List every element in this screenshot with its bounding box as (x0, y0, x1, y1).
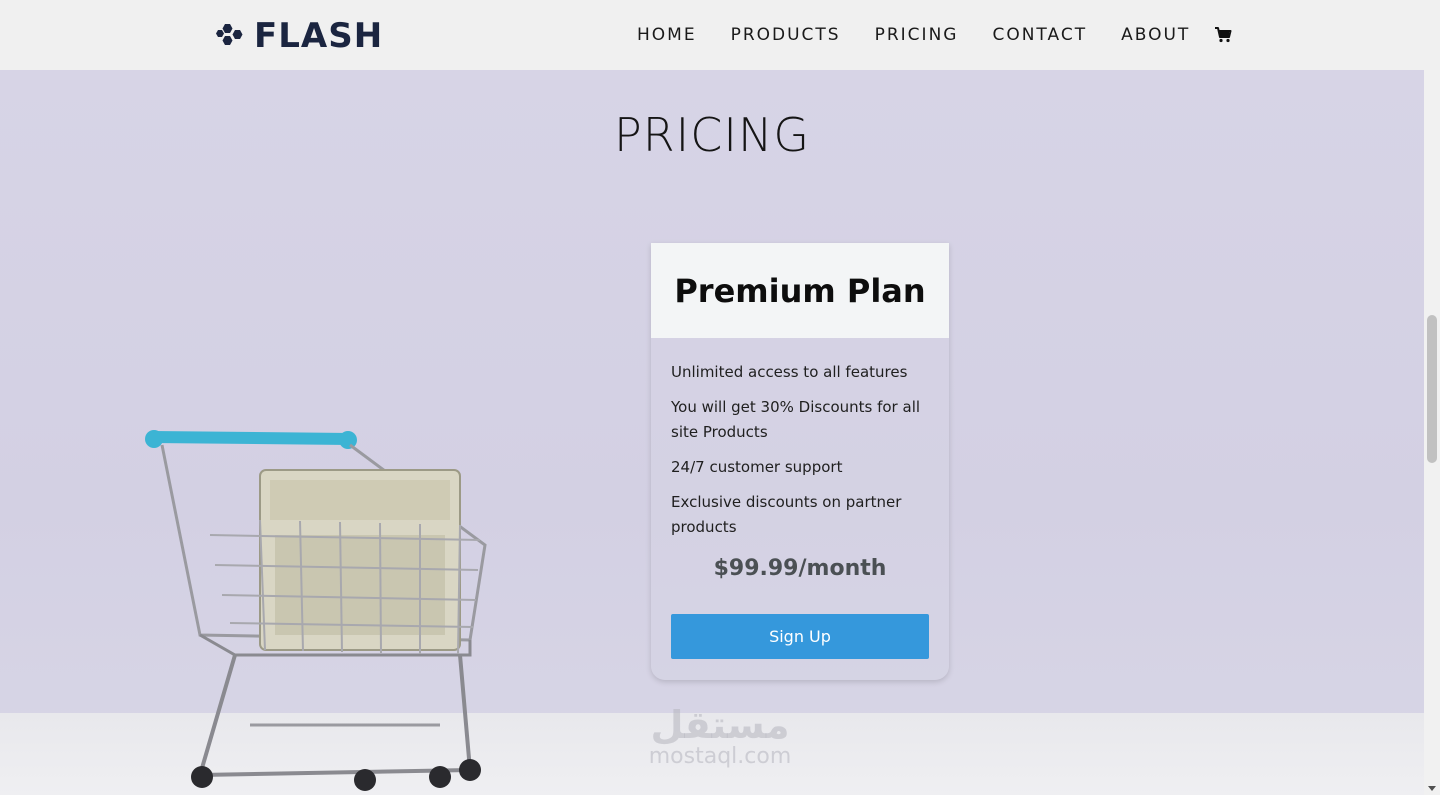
feature-list: Unlimited access to all features You wil… (651, 338, 949, 540)
shopping-cart-icon[interactable] (1214, 26, 1232, 44)
main-nav: HOME PRODUCTS PRICING CONTACT ABOUT (637, 24, 1232, 46)
plan-price: $99.99/month (713, 556, 887, 581)
watermark: مستقل mostaql.com (630, 705, 810, 769)
nav-about[interactable]: ABOUT (1121, 24, 1190, 46)
watermark-arabic: مستقل (650, 703, 790, 747)
shopping-cart-with-money-image (145, 430, 487, 791)
nav-pricing[interactable]: PRICING (875, 24, 959, 46)
scrollbar-thumb[interactable] (1427, 315, 1437, 463)
pricing-card: Premium Plan Unlimited access to all fea… (651, 243, 949, 680)
feature-item: Unlimited access to all features (671, 363, 908, 381)
feature-item: Exclusive discounts on partner products (671, 493, 902, 536)
scroll-down-arrow-icon[interactable] (1428, 786, 1436, 791)
nav-home[interactable]: HOME (637, 24, 697, 46)
hexagon-cluster-icon (216, 24, 243, 45)
card-header: Premium Plan (651, 243, 949, 338)
page-title: PRICING (613, 108, 810, 162)
feature-item: You will get 30% Discounts for all site … (671, 398, 921, 441)
brand-logo[interactable]: FLASH (216, 18, 383, 54)
plan-name: Premium Plan (674, 271, 926, 310)
watermark-latin: mostaql.com (648, 744, 792, 769)
feature-item: 24/7 customer support (671, 458, 843, 476)
brand-name: FLASH (254, 16, 384, 56)
nav-products[interactable]: PRODUCTS (731, 24, 841, 46)
sign-up-button[interactable]: Sign Up (671, 614, 929, 659)
site-header: FLASH HOME PRODUCTS PRICING CONTACT ABOU… (0, 0, 1440, 70)
vertical-scrollbar[interactable] (1424, 70, 1440, 795)
nav-contact[interactable]: CONTACT (992, 24, 1087, 46)
